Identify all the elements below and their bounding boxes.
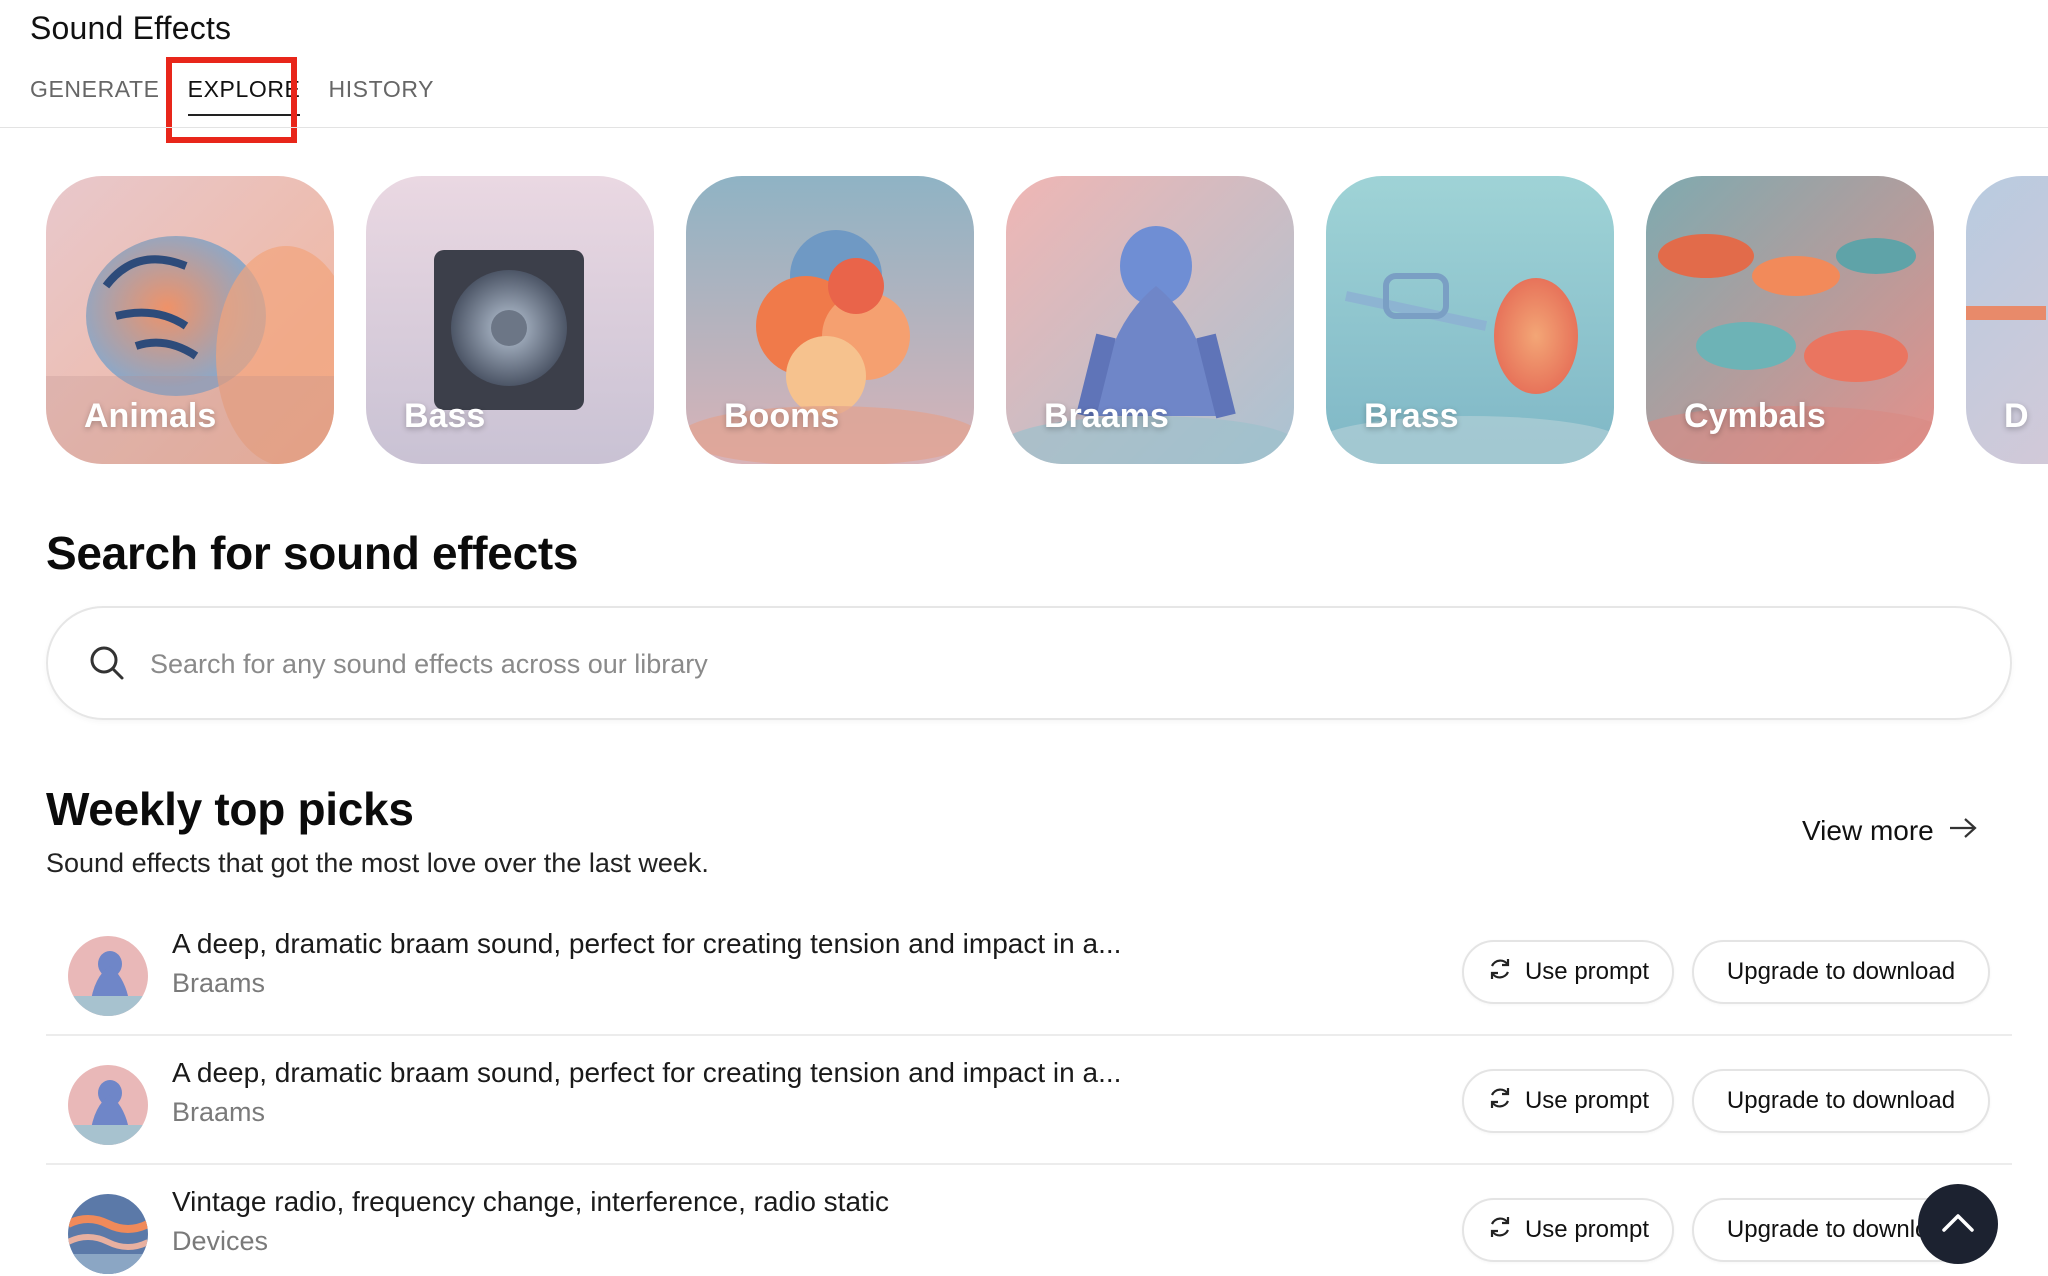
search-heading: Search for sound effects: [46, 527, 579, 579]
sound-row[interactable]: Vintage radio, frequency change, interfe…: [46, 1164, 2012, 1276]
category-label: Brass: [1364, 397, 1459, 435]
search-icon: [88, 644, 126, 687]
chevron-up-icon: [1940, 1210, 1976, 1239]
sound-description: Vintage radio, frequency change, interfe…: [172, 1186, 890, 1217]
sound-thumbnail: [68, 1194, 148, 1274]
sound-description: A deep, dramatic braam sound, perfect fo…: [172, 1057, 1122, 1088]
category-label: Braams: [1044, 397, 1169, 435]
arrow-right-icon: [1948, 815, 1978, 847]
category-card-partial[interactable]: D: [1966, 176, 2048, 464]
category-label: Bass: [404, 397, 486, 435]
sound-description: A deep, dramatic braam sound, perfect fo…: [172, 928, 1122, 959]
category-card-booms[interactable]: Booms: [686, 176, 974, 464]
category-card-brass[interactable]: Brass: [1326, 176, 1614, 464]
refresh-icon: [1487, 956, 1513, 989]
sound-category: Devices: [172, 1226, 269, 1256]
sound-category: Braams: [172, 968, 266, 998]
view-more-label: View more: [1802, 815, 1934, 846]
tab-explore[interactable]: EXPLORE: [174, 74, 315, 118]
search-bar: [46, 606, 2012, 720]
tab-bar: GENERATE EXPLORE HISTORY: [30, 74, 448, 118]
view-more-link[interactable]: View more: [1802, 815, 1978, 847]
use-prompt-label: Use prompt: [1524, 958, 1650, 985]
category-carousel: Animals Bass Booms Braams Brass Cymbals …: [46, 176, 2048, 464]
category-label: D: [2004, 397, 2029, 435]
category-label: Cymbals: [1684, 397, 1826, 435]
sound-category: Braams: [172, 1097, 266, 1127]
refresh-icon: [1487, 1214, 1513, 1247]
category-card-bass[interactable]: Bass: [366, 176, 654, 464]
category-label: Animals: [84, 397, 217, 435]
category-card-braams[interactable]: Braams: [1006, 176, 1294, 464]
sound-thumbnail: [68, 1065, 148, 1145]
tab-generate[interactable]: GENERATE: [30, 74, 174, 118]
header-divider: [0, 127, 2048, 128]
category-label: Booms: [724, 397, 840, 435]
use-prompt-label: Use prompt: [1524, 1216, 1650, 1243]
use-prompt-button[interactable]: Use prompt: [1462, 1198, 1674, 1262]
refresh-icon: [1487, 1085, 1513, 1118]
category-card-animals[interactable]: Animals: [46, 176, 334, 464]
weekly-subtitle: Sound effects that got the most love ove…: [46, 848, 709, 878]
use-prompt-button[interactable]: Use prompt: [1462, 1069, 1674, 1133]
app-title: Sound Effects: [30, 10, 232, 46]
upgrade-to-download-button[interactable]: Upgrade to download: [1692, 1069, 1990, 1133]
category-card-cymbals[interactable]: Cymbals: [1646, 176, 1934, 464]
use-prompt-label: Use prompt: [1524, 1087, 1650, 1114]
sound-row[interactable]: A deep, dramatic braam sound, perfect fo…: [46, 906, 2012, 1034]
sound-row[interactable]: A deep, dramatic braam sound, perfect fo…: [46, 1035, 2012, 1163]
use-prompt-button[interactable]: Use prompt: [1462, 940, 1674, 1004]
sound-thumbnail: [68, 936, 148, 1016]
search-input[interactable]: [150, 638, 1950, 690]
scroll-to-top-button[interactable]: [1918, 1184, 1998, 1264]
tab-history[interactable]: HISTORY: [314, 74, 448, 118]
weekly-heading: Weekly top picks: [46, 783, 414, 835]
upgrade-to-download-button[interactable]: Upgrade to download: [1692, 940, 1990, 1004]
